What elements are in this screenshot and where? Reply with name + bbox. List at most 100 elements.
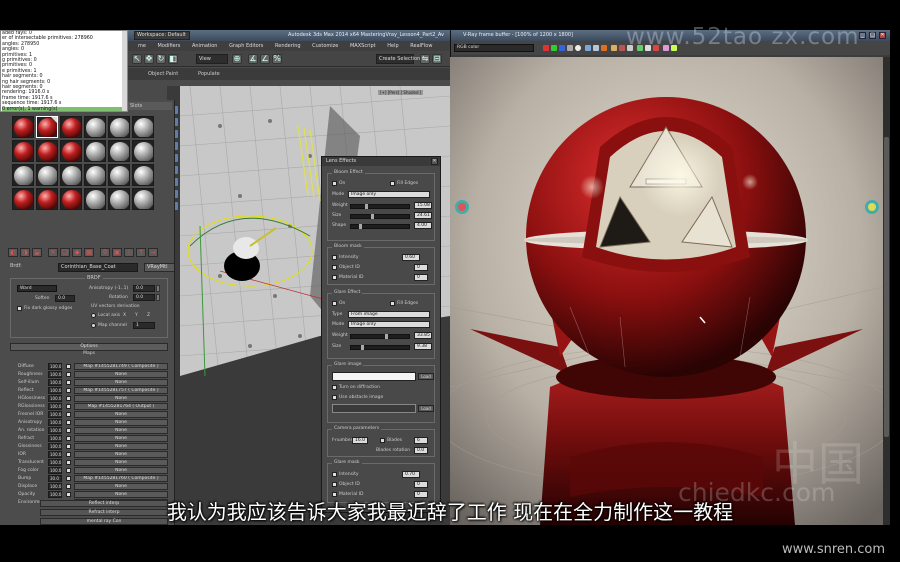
menu-item-modifiers[interactable]: Modifiers [158,43,181,49]
bloom-size-field[interactable]: 24.61 [414,212,432,219]
map-amount-field[interactable]: 100.0 [48,363,62,370]
assign-to-selection-icon[interactable]: ◒ [32,248,42,257]
glare-image-field[interactable] [332,372,416,381]
close-icon[interactable]: ✕ [431,158,438,165]
glare-intensity-field[interactable]: 0.70 [402,471,420,478]
go-forward-sibling-icon[interactable]: → [148,248,158,257]
map-button[interactable]: None [74,443,168,450]
map-channel-radio[interactable] [91,323,96,328]
reference-coordinate-dropdown[interactable]: View [196,54,228,64]
map-enable-checkbox[interactable] [66,412,71,417]
material-slot[interactable] [108,164,130,186]
map-button[interactable]: None [74,459,168,466]
material-slot[interactable] [132,116,154,138]
glare-on-checkbox[interactable] [332,301,337,306]
glare-mode-dropdown[interactable]: Image only [348,321,430,328]
material-slot[interactable] [12,164,34,186]
rotation-field[interactable]: 0.0 [133,294,155,301]
material-slot[interactable] [132,140,154,162]
material-slot[interactable] [60,164,82,186]
bloom-size-slider[interactable] [350,214,410,219]
show-shaded-icon[interactable]: ▣ [112,248,122,257]
scale-icon[interactable]: ◧ [168,54,178,64]
material-slot[interactable] [12,140,34,162]
maps-rollout-title[interactable]: Maps [10,351,168,357]
map-button[interactable]: Map #1455281760 ( Composite ) [74,475,168,482]
map-enable-checkbox[interactable] [66,364,71,369]
maximize-icon[interactable]: □ [869,32,876,39]
close-icon[interactable]: ✕ [879,32,886,39]
menu-item-help[interactable]: Help [387,43,398,49]
material-slot[interactable] [108,140,130,162]
pivot-icon[interactable]: ⊕ [232,54,242,64]
menu-item-animation[interactable]: Animation [192,43,218,49]
material-name-field[interactable]: Corinthian_Base_Coat [58,263,138,272]
map-button[interactable]: Map #1455281749 ( Composite ) [74,363,168,370]
material-slot[interactable] [60,188,82,210]
map-enable-checkbox[interactable] [66,396,71,401]
ribbon-tab-object-paint[interactable]: Object Paint [148,68,178,80]
vfb-scrollbar-thumb[interactable] [884,137,889,437]
fix-dark-edges-checkbox[interactable] [17,306,22,311]
material-slot[interactable] [84,116,106,138]
diffraction-checkbox[interactable] [332,385,337,390]
obstacle-image-field[interactable] [332,404,416,413]
glare-weight-slider[interactable] [350,334,410,339]
map-enable-checkbox[interactable] [66,436,71,441]
track-mouse-icon[interactable] [619,45,625,51]
vfb-scrollbar[interactable] [883,57,890,525]
map-button[interactable]: None [74,371,168,378]
axis-z-button[interactable]: Z [147,313,150,318]
blue-channel-icon[interactable] [559,45,565,51]
alpha-channel-icon[interactable] [567,45,573,51]
menu-item-maxscript[interactable]: MAXScript [350,43,376,49]
brdf-type-dropdown[interactable]: Ward [17,285,57,292]
map-amount-field[interactable]: 100.0 [48,411,62,418]
glare-fill-edges-checkbox[interactable] [390,301,395,306]
glare-type-dropdown[interactable]: From image [348,311,430,318]
material-slot[interactable] [60,116,82,138]
map-button[interactable]: None [74,411,168,418]
go-to-parent-icon[interactable]: ↑ [136,248,146,257]
map-amount-field[interactable]: 100.0 [48,419,62,426]
material-slot[interactable] [36,140,58,162]
material-slot[interactable] [84,188,106,210]
map-amount-field[interactable]: 100.0 [48,395,62,402]
menu-item-graph-editors[interactable]: Graph Editors [229,43,263,49]
soften-field[interactable]: 0.0 [55,295,75,302]
glare-object-id-checkbox[interactable] [332,482,337,487]
map-button[interactable]: None [74,419,168,426]
bloom-mode-dropdown[interactable]: Image only [348,191,430,198]
material-slot[interactable] [12,116,34,138]
library-icon[interactable]: ▦ [84,248,94,257]
menu-item-rendering[interactable]: Rendering [275,43,301,49]
f-number-field[interactable]: 16.0 [352,437,368,444]
obstacle-checkbox[interactable] [332,395,337,400]
map-channel-field[interactable]: 1 [133,322,155,329]
map-enable-checkbox[interactable] [66,484,71,489]
glare-size-slider[interactable] [350,345,410,350]
map-amount-field[interactable]: 100.0 [48,443,62,450]
local-axis-radio[interactable] [91,313,96,318]
snap-icon[interactable]: ∡ [248,54,258,64]
map-enable-checkbox[interactable] [66,388,71,393]
put-to-scene-icon[interactable]: ◑ [20,248,30,257]
map-amount-field[interactable]: 100.0 [48,435,62,442]
material-id-icon[interactable]: 0 [100,248,110,257]
map-amount-field[interactable]: 100.0 [48,459,62,466]
bloom-shape-slider[interactable] [350,224,410,229]
map-button[interactable]: None [74,483,168,490]
material-slot[interactable] [12,188,34,210]
bloom-weight-slider[interactable] [350,204,410,209]
reset-map-icon[interactable]: ✕ [48,248,58,257]
map-enable-checkbox[interactable] [66,460,71,465]
material-slot[interactable] [108,116,130,138]
map-enable-checkbox[interactable] [66,380,71,385]
rotation-spinner[interactable] [156,294,160,301]
bloom-on-checkbox[interactable] [332,181,337,186]
blades-checkbox[interactable] [380,438,385,443]
axis-y-button[interactable]: Y [135,313,138,318]
bloom-object-id-checkbox[interactable] [332,265,337,270]
align-icon[interactable]: ⊟ [432,54,442,64]
map-amount-field[interactable]: 100.0 [48,427,62,434]
